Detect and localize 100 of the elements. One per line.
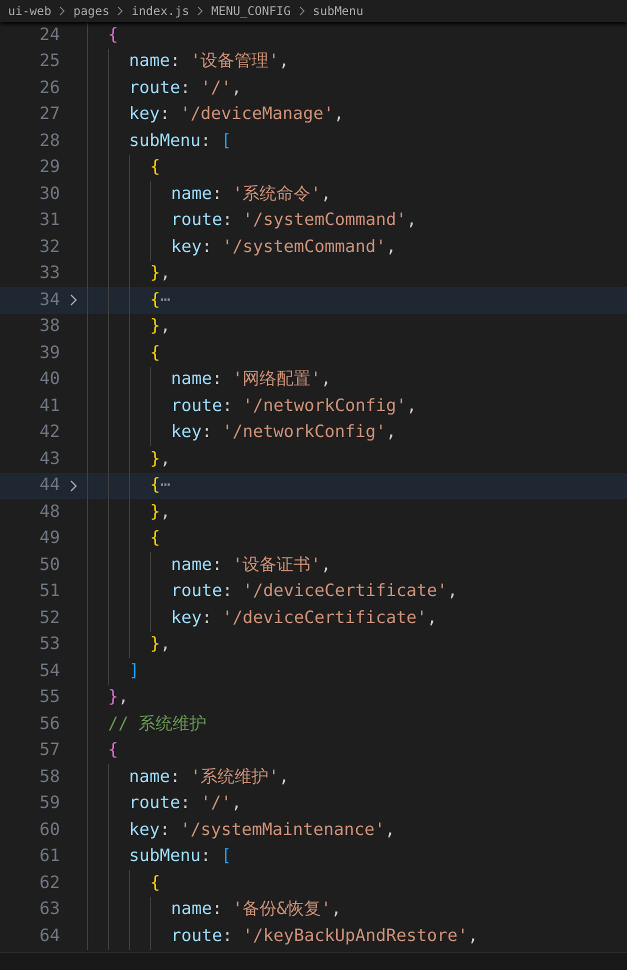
- folded-ellipsis: ⋯: [160, 474, 170, 497]
- property-key: key: [171, 420, 202, 446]
- string-literal: '设备管理': [190, 50, 279, 73]
- bracket: {: [150, 288, 160, 312]
- property-key: name: [171, 367, 212, 392]
- punctuation: :: [160, 818, 171, 842]
- string-literal: '/deviceManage': [180, 103, 334, 126]
- punctuation: ,: [160, 633, 170, 656]
- breadcrumb-item[interactable]: pages: [73, 2, 110, 20]
- string-literal: '系统命令': [232, 182, 321, 206]
- punctuation: :: [202, 421, 213, 444]
- punctuation: :: [202, 606, 213, 630]
- property-key: subMenu: [129, 128, 201, 154]
- string-literal: '/keyBackUpAndRestore': [242, 924, 468, 948]
- breadcrumb-item[interactable]: index.js: [131, 2, 190, 20]
- punctuation: ,: [160, 315, 170, 338]
- punctuation: ,: [331, 898, 342, 921]
- punctuation: ,: [426, 606, 438, 630]
- property-key: name: [171, 182, 212, 207]
- code-comment: // 系统维护: [108, 712, 207, 736]
- punctuation: ,: [384, 818, 396, 842]
- property-key: route: [171, 208, 222, 234]
- punctuation: :: [200, 130, 212, 152]
- punctuation: :: [212, 554, 224, 576]
- line-number: 32: [38, 236, 60, 258]
- punctuation: :: [180, 76, 192, 100]
- line-number: 26: [38, 76, 60, 100]
- line-number: 41: [38, 394, 60, 418]
- punctuation: :: [170, 766, 182, 788]
- line-number: 24: [38, 24, 60, 46]
- punctuation: ,: [320, 368, 332, 391]
- string-literal: '/': [200, 76, 232, 100]
- string-literal: '系统维护': [190, 766, 279, 788]
- line-number: 62: [38, 872, 60, 894]
- punctuation: :: [200, 845, 212, 868]
- punctuation: ,: [468, 924, 478, 948]
- punctuation: ,: [320, 182, 332, 206]
- punctuation: :: [222, 209, 234, 232]
- punctuation: ,: [160, 448, 170, 470]
- string-literal: '备份&恢复': [232, 898, 332, 921]
- line-number: 38: [38, 315, 60, 338]
- string-literal: '/systemCommand': [242, 209, 406, 232]
- bracket: }: [108, 686, 118, 709]
- line-number: 59: [38, 792, 60, 815]
- property-key: route: [171, 924, 222, 949]
- line-number: 55: [38, 686, 60, 709]
- string-literal: '/deviceCertificate': [242, 580, 448, 603]
- line-number: 51: [38, 580, 60, 603]
- bracket: }: [150, 500, 160, 524]
- property-key: route: [171, 579, 222, 604]
- string-literal: '网络配置': [232, 368, 321, 391]
- bracket: {: [150, 872, 160, 894]
- string-literal: '/networkConfig': [242, 394, 406, 418]
- punctuation: :: [212, 182, 224, 206]
- string-literal: '/deviceCertificate': [222, 606, 427, 630]
- punctuation: ,: [406, 209, 417, 232]
- breadcrumb-item[interactable]: MENU_CONFIG: [211, 2, 291, 20]
- line-number: 43: [38, 448, 60, 470]
- chevron-right-icon[interactable]: [70, 294, 77, 306]
- punctuation: ,: [160, 500, 170, 524]
- chevron-right-icon[interactable]: [70, 480, 77, 492]
- punctuation: ,: [118, 686, 128, 709]
- line-number: 25: [38, 50, 60, 73]
- punctuation: ,: [320, 554, 332, 576]
- punctuation: ,: [278, 766, 290, 788]
- punctuation: :: [180, 792, 192, 815]
- bracket: }: [150, 262, 160, 285]
- bracket: [: [221, 130, 232, 152]
- breadcrumb-item[interactable]: subMenu: [312, 2, 364, 20]
- property-key: route: [171, 394, 222, 419]
- bracket: }: [150, 633, 160, 656]
- string-literal: '设备证书': [232, 554, 321, 576]
- punctuation: ,: [386, 236, 396, 258]
- line-number: 64: [38, 924, 60, 948]
- breadcrumb-item[interactable]: ui-web: [8, 2, 52, 20]
- line-number: 48: [38, 500, 60, 524]
- punctuation: ,: [231, 76, 242, 100]
- property-key: route: [129, 76, 180, 101]
- line-number: 30: [38, 182, 60, 206]
- line-number: 40: [38, 368, 60, 391]
- property-key: name: [129, 49, 170, 74]
- line-number: 39: [38, 342, 60, 364]
- bracket: {: [150, 527, 160, 550]
- punctuation: :: [222, 924, 234, 948]
- bracket: {: [150, 342, 160, 364]
- punctuation: ,: [334, 103, 344, 126]
- bracket: {: [150, 474, 160, 497]
- punctuation: :: [222, 394, 234, 418]
- string-literal: '/': [200, 792, 232, 815]
- folded-ellipsis: ⋯: [160, 288, 170, 312]
- property-key: route: [129, 791, 180, 816]
- line-number: 44: [38, 474, 60, 497]
- chevron-right-icon: [117, 6, 124, 16]
- line-number: 50: [38, 554, 60, 576]
- chevron-right-icon: [197, 6, 204, 16]
- punctuation: ,: [278, 50, 290, 73]
- line-number: 42: [38, 421, 60, 444]
- punctuation: :: [212, 898, 224, 921]
- line-number: 34: [38, 288, 60, 312]
- bracket: {: [108, 24, 118, 46]
